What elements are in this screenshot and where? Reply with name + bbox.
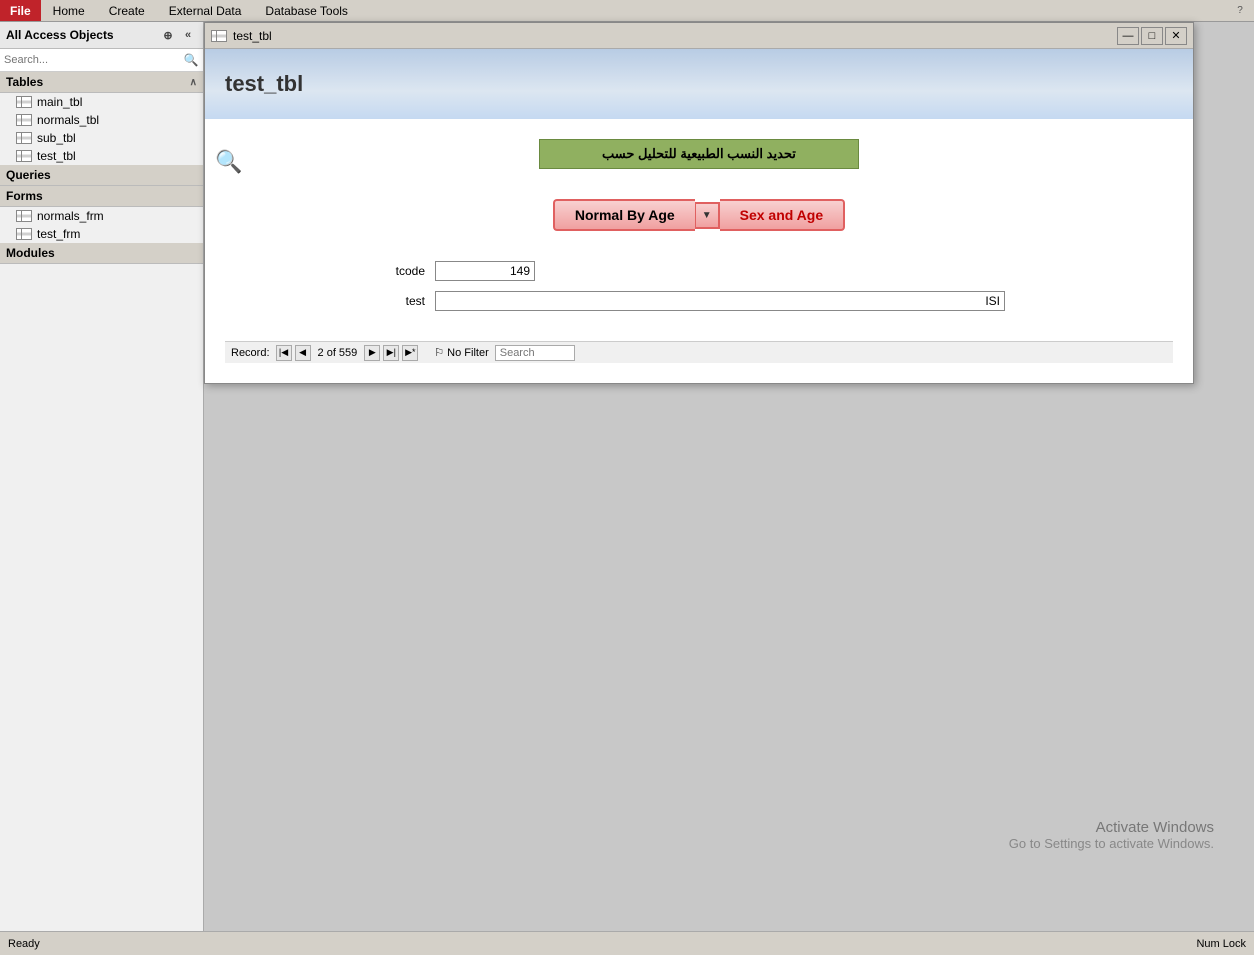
top-window-controls: ? — [1230, 3, 1254, 19]
no-filter-button[interactable]: ⚐ No Filter — [434, 346, 488, 359]
sub-tbl-label: sub_tbl — [37, 131, 76, 145]
search-box: 🔍 — [0, 49, 203, 72]
prev-record-button[interactable]: ◀ — [295, 345, 311, 361]
table-icon — [16, 114, 32, 126]
tcode-row: tcode — [225, 261, 1173, 281]
bottom-bar: Ready Num Lock — [0, 931, 1254, 955]
forms-section-header[interactable]: Forms — [0, 186, 203, 207]
modules-label: Modules — [6, 246, 55, 260]
modal-close-button[interactable]: ✕ — [1165, 27, 1187, 45]
status-ready: Ready — [8, 938, 1196, 950]
sidebar-item-normals-frm[interactable]: normals_frm — [0, 207, 203, 225]
record-label: Record: — [231, 347, 270, 359]
first-record-button[interactable]: |◀ — [276, 345, 292, 361]
modules-section-header[interactable]: Modules — [0, 243, 203, 264]
content-area: test_tbl — □ ✕ test_tbl 🔍 تحديد النسب ال… — [204, 22, 1254, 931]
form-status-bar: Record: |◀ ◀ 2 of 559 ▶ ▶| ▶* ⚐ No Filte… — [225, 341, 1173, 363]
sidebar: All Access Objects ⊕ « 🔍 Tables ∧ main_t… — [0, 22, 204, 931]
main-layout: All Access Objects ⊕ « 🔍 Tables ∧ main_t… — [0, 22, 1254, 931]
form-icon — [16, 228, 32, 240]
dropdown-arrow-button[interactable]: ▼ — [695, 202, 720, 229]
sidebar-collapse-icon[interactable]: « — [179, 26, 197, 44]
sidebar-header: All Access Objects ⊕ « — [0, 22, 203, 49]
test-tbl-label: test_tbl — [37, 149, 76, 163]
home-menu[interactable]: Home — [41, 0, 97, 21]
search-bar-input[interactable] — [495, 345, 575, 361]
sidebar-item-normals-tbl[interactable]: normals_tbl — [0, 111, 203, 129]
modal-controls: — □ ✕ — [1117, 27, 1187, 45]
sidebar-item-main-tbl[interactable]: main_tbl — [0, 93, 203, 111]
modal-minimize-button[interactable]: — — [1117, 27, 1139, 45]
record-nav: |◀ ◀ 2 of 559 ▶ ▶| ▶* — [276, 345, 419, 361]
activate-subtitle: Go to Settings to activate Windows. — [1009, 836, 1214, 851]
tables-section-header[interactable]: Tables ∧ — [0, 72, 203, 93]
activate-title: Activate Windows — [1009, 819, 1214, 836]
create-menu[interactable]: Create — [97, 0, 157, 21]
main-tbl-label: main_tbl — [37, 95, 82, 109]
form-title: test_tbl — [225, 71, 303, 97]
tcode-input[interactable] — [435, 261, 535, 281]
tables-chevron: ∧ — [190, 77, 197, 88]
modal-title-icon — [211, 30, 227, 42]
menu-bar: File Home Create External Data Database … — [0, 0, 1254, 22]
search-icon[interactable]: 🔍 — [183, 52, 199, 68]
modal-title-text: test_tbl — [233, 29, 1117, 43]
test-input[interactable] — [435, 291, 1005, 311]
database-tools-menu[interactable]: Database Tools — [253, 0, 360, 21]
form-icon — [16, 210, 32, 222]
help-icon[interactable]: ? — [1232, 3, 1248, 19]
forms-label: Forms — [6, 189, 43, 203]
search-input[interactable] — [4, 54, 183, 66]
table-icon — [16, 132, 32, 144]
sidebar-item-test-frm[interactable]: test_frm — [0, 225, 203, 243]
test-label: test — [345, 294, 425, 308]
activate-windows: Activate Windows Go to Settings to activ… — [1009, 819, 1214, 851]
arabic-label-button[interactable]: تحديد النسب الطبيعية للتحليل حسب — [539, 139, 859, 169]
magnify-icon: 🔍 — [215, 149, 242, 175]
table-icon — [16, 150, 32, 162]
normals-frm-label: normals_frm — [37, 209, 104, 223]
sidebar-title: All Access Objects — [6, 28, 159, 42]
filter-icon: ⚐ — [434, 346, 444, 359]
sex-and-age-button[interactable]: Sex and Age — [720, 199, 846, 231]
button-row: Normal By Age ▼ Sex and Age — [225, 199, 1173, 231]
record-info: 2 of 559 — [318, 347, 358, 359]
queries-section-header[interactable]: Queries — [0, 165, 203, 186]
external-data-menu[interactable]: External Data — [157, 0, 254, 21]
modal-maximize-button[interactable]: □ — [1141, 27, 1163, 45]
no-filter-label: No Filter — [447, 347, 489, 359]
new-record-button[interactable]: ▶* — [402, 345, 418, 361]
modal-window: test_tbl — □ ✕ test_tbl 🔍 تحديد النسب ال… — [204, 22, 1194, 384]
form-header: test_tbl — [205, 49, 1193, 119]
modal-titlebar: test_tbl — □ ✕ — [205, 23, 1193, 49]
sidebar-header-icons: ⊕ « — [159, 26, 197, 44]
file-menu[interactable]: File — [0, 0, 41, 21]
form-body: 🔍 تحديد النسب الطبيعية للتحليل حسب Norma… — [205, 119, 1193, 383]
test-row: test — [225, 291, 1173, 311]
normals-tbl-label: normals_tbl — [37, 113, 99, 127]
table-icon — [16, 96, 32, 108]
normal-by-age-button[interactable]: Normal By Age — [553, 199, 695, 231]
last-record-button[interactable]: ▶| — [383, 345, 399, 361]
tcode-label: tcode — [345, 264, 425, 278]
queries-label: Queries — [6, 168, 51, 182]
sidebar-search-icon[interactable]: ⊕ — [159, 26, 177, 44]
test-frm-label: test_frm — [37, 227, 80, 241]
sidebar-item-test-tbl[interactable]: test_tbl — [0, 147, 203, 165]
tables-label: Tables — [6, 75, 43, 89]
num-lock: Num Lock — [1196, 938, 1246, 950]
sidebar-item-sub-tbl[interactable]: sub_tbl — [0, 129, 203, 147]
next-record-button[interactable]: ▶ — [364, 345, 380, 361]
